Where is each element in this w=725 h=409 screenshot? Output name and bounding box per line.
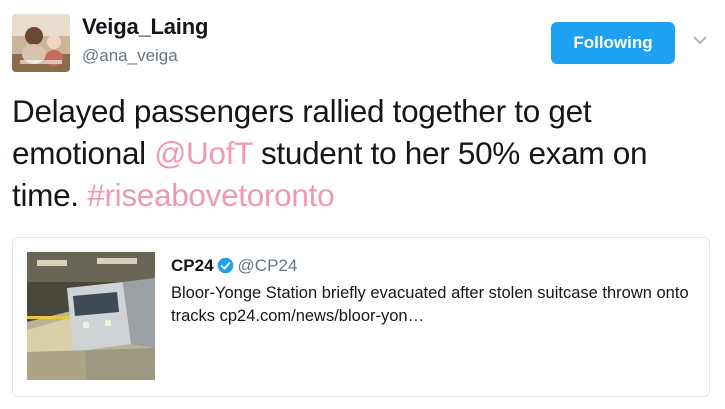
chevron-down-icon[interactable] [692, 34, 708, 46]
quoted-tweet-author: CP24 @CP24 [171, 256, 297, 276]
avatar[interactable] [12, 14, 70, 72]
tweet-card: Veiga_Laing @ana_veiga Following Delayed… [0, 0, 725, 409]
quoted-tweet-card[interactable]: CP24 @CP24 Bloor-Yonge Station briefly ev… [12, 237, 710, 397]
quoted-author-name[interactable]: CP24 [171, 256, 214, 275]
tweet-text: Delayed passengers rallied together to g… [12, 90, 712, 216]
subway-train-photo-icon [27, 252, 155, 380]
mention-link[interactable]: @UofT [154, 135, 252, 171]
hashtag-link[interactable]: #riseabovetoronto [87, 177, 334, 213]
quoted-author-handle[interactable]: @CP24 [238, 256, 298, 275]
profile-photo-icon [12, 14, 70, 72]
display-name[interactable]: Veiga_Laing [82, 14, 208, 40]
following-button[interactable]: Following [551, 22, 675, 64]
quoted-tweet-thumbnail [27, 252, 155, 380]
quoted-tweet-text: Bloor-Yonge Station briefly evacuated af… [171, 284, 689, 325]
verified-badge-icon [217, 257, 233, 274]
user-handle[interactable]: @ana_veiga [82, 46, 178, 66]
